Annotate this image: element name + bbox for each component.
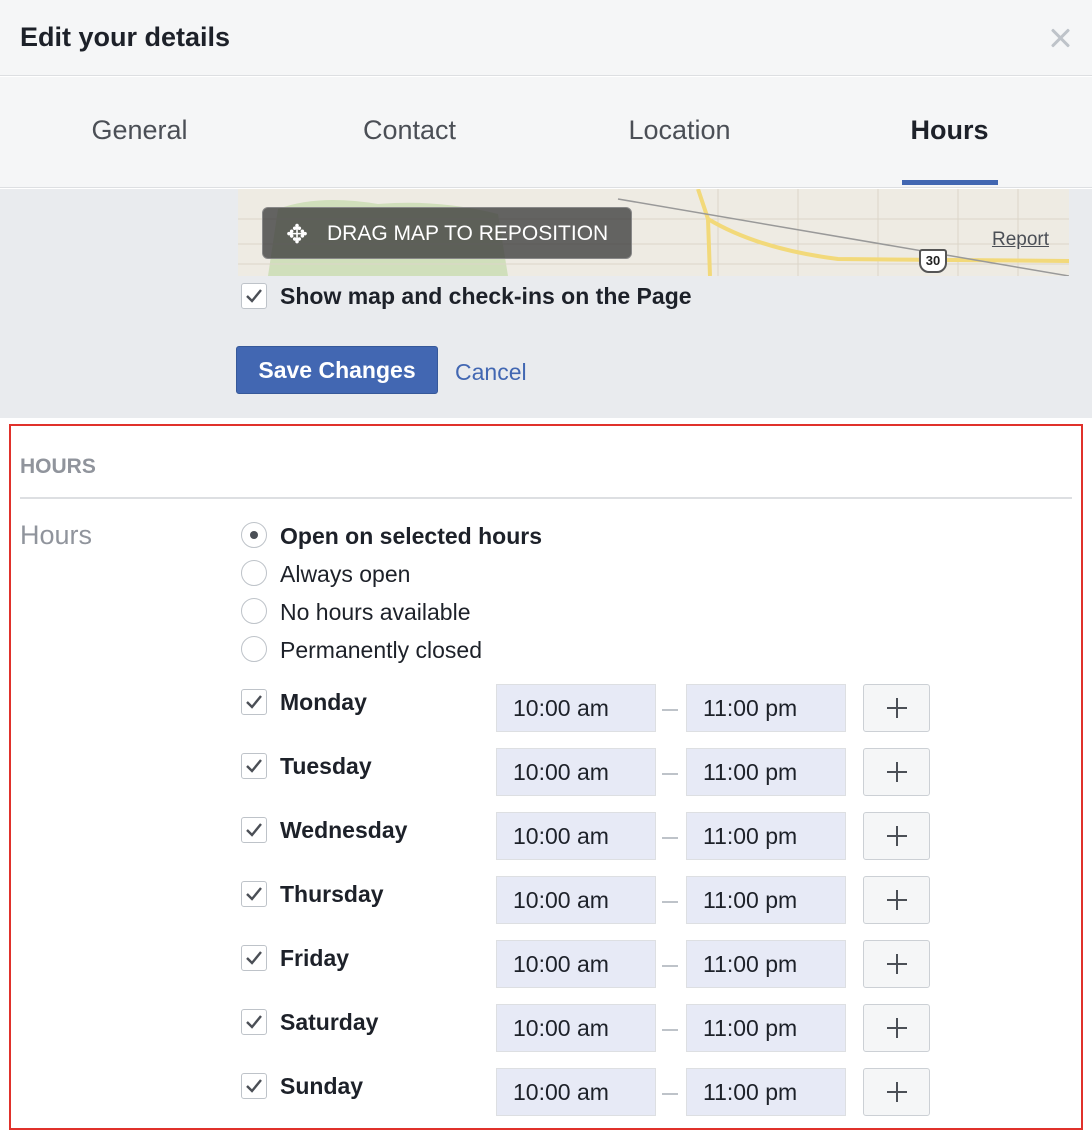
open-time-field-thursday[interactable]: 10:00 am	[496, 876, 656, 924]
day-checkbox-friday[interactable]	[241, 945, 267, 971]
add-hours-button-thursday[interactable]	[863, 876, 930, 924]
day-label-saturday: Saturday	[280, 1009, 379, 1035]
add-hours-button-tuesday[interactable]	[863, 748, 930, 796]
active-tab-indicator	[902, 180, 998, 185]
section-divider	[20, 497, 1072, 499]
day-label-tuesday: Tuesday	[280, 753, 372, 779]
day-checkbox-wednesday[interactable]	[241, 817, 267, 843]
close-time-field-thursday[interactable]: 11:00 pm	[686, 876, 846, 924]
radio-label-no-hours-available: No hours available	[280, 599, 471, 625]
time-range-dash	[662, 1093, 678, 1095]
map-preview[interactable]: ✥ DRAG MAP TO REPOSITION 30 Report	[238, 189, 1069, 276]
close-time-field-sunday[interactable]: 11:00 pm	[686, 1068, 846, 1116]
dialog-title: Edit your details	[20, 22, 231, 52]
add-hours-button-sunday[interactable]	[863, 1068, 930, 1116]
checkmark-icon	[246, 1079, 262, 1093]
open-time-field-tuesday[interactable]: 10:00 am	[496, 748, 656, 796]
checkmark-icon	[246, 1015, 262, 1029]
add-hours-button-monday[interactable]	[863, 684, 930, 732]
day-label-thursday: Thursday	[280, 881, 384, 907]
time-range-dash	[662, 837, 678, 839]
open-time-field-friday[interactable]: 10:00 am	[496, 940, 656, 988]
time-range-dash	[662, 773, 678, 775]
day-checkbox-tuesday[interactable]	[241, 753, 267, 779]
tab-general[interactable]: General	[3, 77, 276, 188]
day-checkbox-sunday[interactable]	[241, 1073, 267, 1099]
close-time-field-friday[interactable]: 11:00 pm	[686, 940, 846, 988]
move-arrows-icon: ✥	[286, 219, 308, 249]
radio-label-permanently-closed: Permanently closed	[280, 637, 482, 663]
route-shield-icon: 30	[919, 249, 947, 273]
day-label-sunday: Sunday	[280, 1073, 364, 1099]
close-icon[interactable]	[1046, 24, 1074, 52]
tab-bar: General Contact Location Hours	[0, 77, 1092, 188]
time-range-dash	[662, 965, 678, 967]
open-time-field-sunday[interactable]: 10:00 am	[496, 1068, 656, 1116]
cancel-link[interactable]: Cancel	[455, 359, 527, 386]
close-time-field-tuesday[interactable]: 11:00 pm	[686, 748, 846, 796]
tab-hours[interactable]: Hours	[813, 77, 1086, 188]
radio-permanently-closed[interactable]	[241, 636, 267, 662]
show-map-checkbox[interactable]	[241, 283, 267, 309]
checkmark-icon	[246, 695, 262, 709]
report-link[interactable]: Report	[992, 229, 1049, 251]
tab-location[interactable]: Location	[543, 77, 816, 188]
close-time-field-monday[interactable]: 11:00 pm	[686, 684, 846, 732]
day-label-monday: Monday	[280, 689, 367, 715]
time-range-dash	[662, 901, 678, 903]
add-hours-button-saturday[interactable]	[863, 1004, 930, 1052]
checkmark-icon	[246, 951, 262, 965]
radio-always-open[interactable]	[241, 560, 267, 586]
day-checkbox-monday[interactable]	[241, 689, 267, 715]
day-label-wednesday: Wednesday	[280, 817, 408, 843]
drag-map-label: DRAG MAP TO REPOSITION	[327, 222, 609, 245]
hours-field-label: Hours	[20, 520, 93, 550]
add-hours-button-friday[interactable]	[863, 940, 930, 988]
close-time-field-wednesday[interactable]: 11:00 pm	[686, 812, 846, 860]
day-checkbox-saturday[interactable]	[241, 1009, 267, 1035]
radio-label-open-selected-hours: Open on selected hours	[280, 523, 542, 549]
dialog-header: Edit your details	[0, 0, 1092, 76]
close-time-field-saturday[interactable]: 11:00 pm	[686, 1004, 846, 1052]
time-range-dash	[662, 1029, 678, 1031]
checkmark-icon	[246, 887, 262, 901]
day-checkbox-thursday[interactable]	[241, 881, 267, 907]
tab-contact[interactable]: Contact	[273, 77, 546, 188]
section-title: HOURS	[20, 455, 96, 478]
drag-map-button[interactable]: ✥ DRAG MAP TO REPOSITION	[262, 207, 632, 259]
radio-no-hours-available[interactable]	[241, 598, 267, 624]
day-label-friday: Friday	[280, 945, 350, 971]
open-time-field-wednesday[interactable]: 10:00 am	[496, 812, 656, 860]
checkmark-icon	[246, 289, 262, 303]
time-range-dash	[662, 709, 678, 711]
checkmark-icon	[246, 823, 262, 837]
open-time-field-monday[interactable]: 10:00 am	[496, 684, 656, 732]
save-changes-button[interactable]: Save Changes	[236, 346, 438, 394]
radio-open-selected-hours[interactable]	[241, 522, 267, 548]
show-map-label: Show map and check-ins on the Page	[280, 283, 692, 309]
radio-label-always-open: Always open	[280, 561, 411, 587]
add-hours-button-wednesday[interactable]	[863, 812, 930, 860]
open-time-field-saturday[interactable]: 10:00 am	[496, 1004, 656, 1052]
checkmark-icon	[246, 759, 262, 773]
location-panel: ✥ DRAG MAP TO REPOSITION 30 Report Show …	[0, 189, 1092, 418]
